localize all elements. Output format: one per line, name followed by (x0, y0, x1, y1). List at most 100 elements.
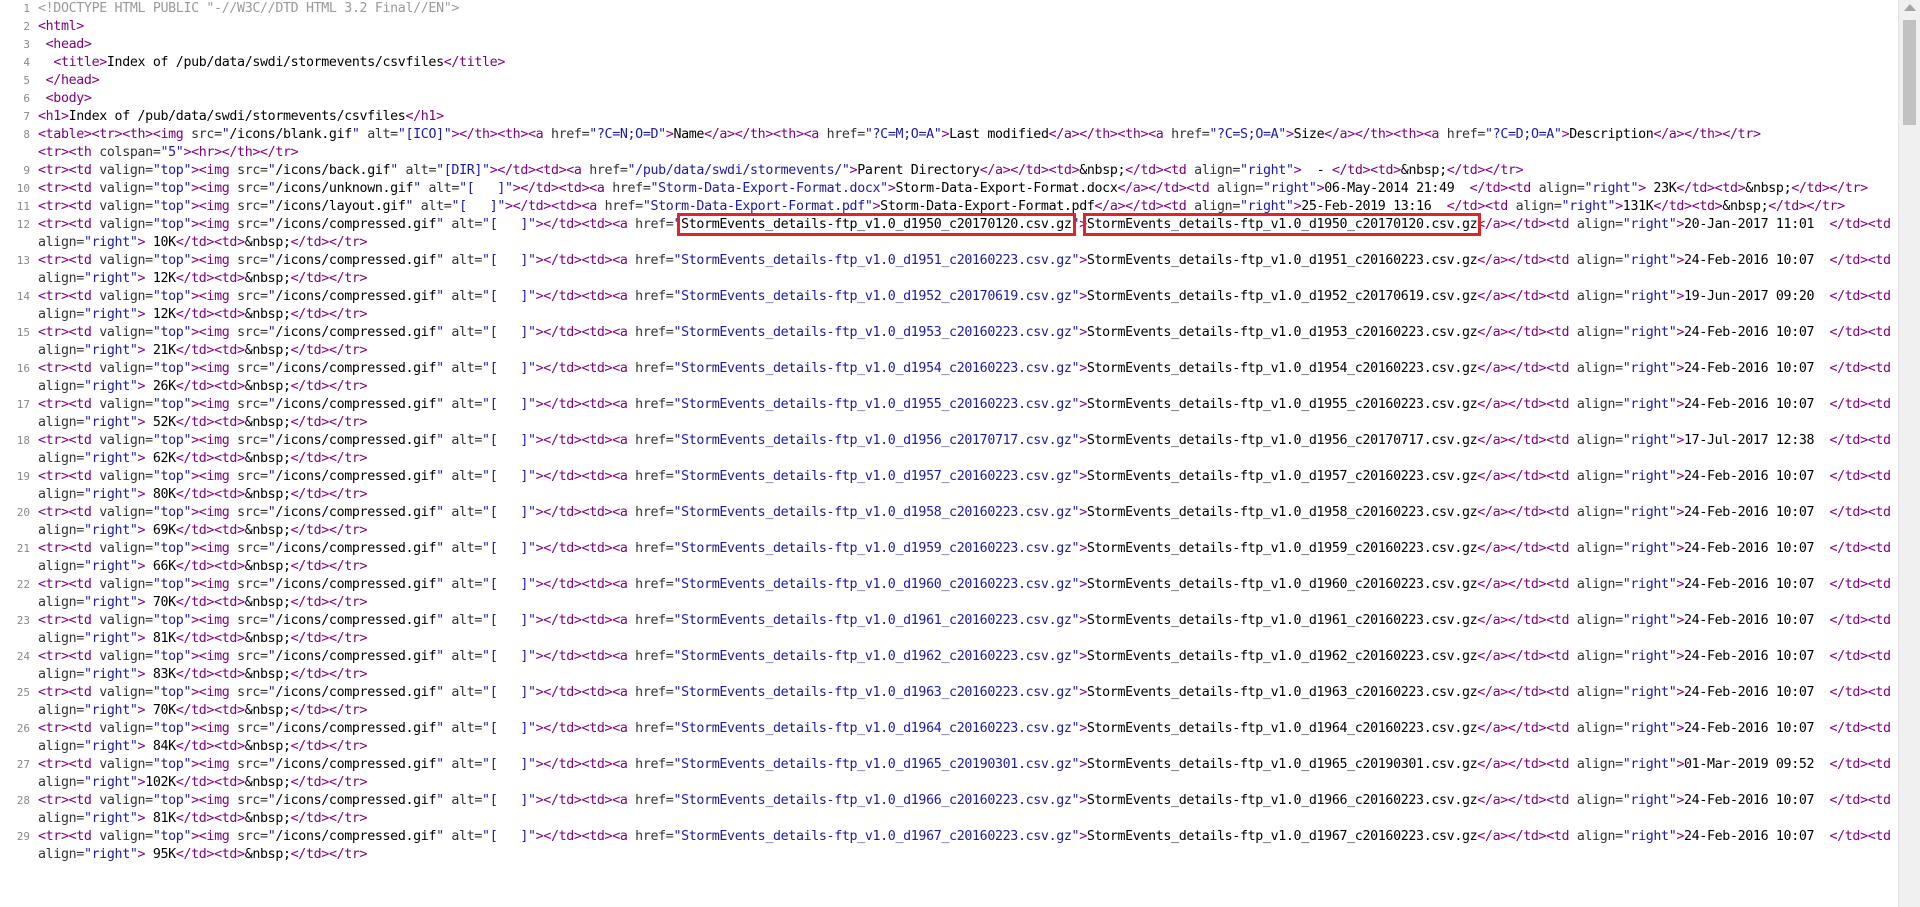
resource-link[interactable]: /icons/blank.gif (229, 127, 352, 142)
html-tag: </td> (1507, 757, 1547, 772)
text-content: 81K (145, 631, 176, 646)
resource-link[interactable]: /icons/compressed.gif (275, 577, 436, 592)
attribute-name: valign= (99, 397, 153, 412)
resource-link[interactable]: /icons/compressed.gif (275, 469, 436, 484)
resource-link[interactable]: /icons/compressed.gif (275, 685, 436, 700)
attribute-name: align= (38, 631, 84, 646)
text-content: &nbsp; (244, 775, 291, 790)
source-line: 9 <tr><td valign="top"><img src="/icons/b… (0, 162, 1898, 180)
html-tag: </td> (1829, 361, 1868, 376)
html-tag: > (1638, 181, 1646, 196)
html-tag: <td (1867, 649, 1898, 664)
html-tag: </td> (543, 397, 582, 412)
resource-link[interactable]: /icons/compressed.gif (275, 793, 436, 808)
html-tag: </td> (1829, 325, 1868, 340)
scrollbar-thumb[interactable] (1903, 20, 1916, 125)
html-tag: > (1079, 649, 1087, 664)
attribute-name: href= (612, 181, 651, 196)
html-tag: <a (612, 649, 636, 664)
resource-link[interactable]: /icons/compressed.gif (275, 325, 436, 340)
resource-link[interactable]: /icons/layout.gif (275, 199, 406, 214)
html-tag: <tr> (38, 361, 69, 376)
attribute-value: " (436, 541, 444, 556)
html-tag: <html> (38, 19, 84, 34)
html-tag: <td (1867, 433, 1898, 448)
resource-link[interactable]: /icons/compressed.gif (275, 397, 436, 412)
resource-link[interactable]: /icons/compressed.gif (275, 217, 436, 232)
html-tag: </tr> (328, 523, 368, 538)
html-tag: </td> (1829, 685, 1868, 700)
text-content: &nbsp; (244, 343, 291, 358)
html-tag: <td (1546, 757, 1577, 772)
resource-link[interactable]: /icons/compressed.gif (275, 829, 436, 844)
resource-link[interactable]: /icons/compressed.gif (275, 649, 436, 664)
html-tag: <td> (214, 739, 245, 754)
attribute-name: align= (1576, 325, 1623, 340)
html-tag: <td (1546, 829, 1577, 844)
html-tag: > (191, 649, 199, 664)
attribute-name: href= (589, 163, 628, 178)
resource-link[interactable]: /icons/compressed.gif (275, 433, 436, 448)
html-tag: <td> (581, 217, 613, 232)
html-tag: </tr> (328, 811, 368, 826)
html-tag: </tr> (328, 559, 368, 574)
attribute-value: " (673, 577, 682, 592)
line-number: 8 (23, 128, 30, 141)
html-tag: <a (612, 397, 636, 412)
resource-link[interactable]: /icons/compressed.gif (275, 613, 436, 628)
resource-link[interactable]: /icons/compressed.gif (275, 361, 436, 376)
attribute-value: "[ ]" (482, 505, 536, 520)
resource-link[interactable]: /icons/compressed.gif (275, 289, 436, 304)
html-tag: </td> (175, 523, 215, 538)
html-tag: > (1676, 253, 1685, 268)
resource-link[interactable]: /icons/compressed.gif (275, 541, 436, 556)
resource-link[interactable]: /icons/unknown.gif (275, 181, 413, 196)
source-line-text: <tr><td valign="top"><img src="/icons/co… (36, 612, 1898, 648)
html-tag: > (1079, 253, 1087, 268)
html-tag: </tr> (328, 271, 368, 286)
resource-link[interactable]: /icons/compressed.gif (275, 757, 436, 772)
resource-link[interactable]: /icons/compressed.gif (275, 721, 436, 736)
html-tag: <a (612, 613, 636, 628)
html-tag: <a (612, 325, 636, 340)
html-tag: > (1676, 793, 1685, 808)
source-line-text: <tr><td valign="top"><img src="/icons/co… (36, 432, 1898, 468)
html-tag: <img (198, 325, 238, 340)
text-content: StormEvents_details-ftp_v1.0_d1966_c2016… (1086, 793, 1478, 808)
source-line-text: </head> (36, 72, 1898, 90)
attribute-name: alt= (443, 217, 483, 232)
resource-link[interactable]: /icons/compressed.gif (275, 253, 436, 268)
text-content: Storm-Data-Export-Format.pdf (880, 199, 1095, 214)
source-line-text: <tr><td valign="top"><img src="/icons/co… (36, 576, 1898, 612)
html-tag: <td> (581, 325, 613, 340)
source-line-text: <tr><td valign="top"><img src="/icons/la… (36, 198, 1898, 216)
source-line: 12 <tr><td valign="top"><img src="/icons/… (0, 213, 1898, 252)
attribute-name: src= (237, 397, 268, 412)
attribute-value: "[DIR]" (436, 163, 490, 178)
attribute-value: "right" (1622, 577, 1677, 592)
resource-link[interactable]: /icons/back.gif (275, 163, 390, 178)
html-tag: </td> (512, 199, 552, 214)
attribute-value: " (673, 685, 682, 700)
source-line-text: <tr><td valign="top"><img src="/icons/co… (36, 648, 1898, 684)
attribute-name: align= (1194, 163, 1241, 178)
html-tag: <td (1867, 253, 1898, 268)
source-line: 7 <h1>Index of /pub/data/swdi/stormevents… (0, 108, 1898, 126)
line-number: 26 (16, 722, 30, 735)
resource-link[interactable]: /icons/compressed.gif (275, 505, 436, 520)
highlighted-file-name: StormEvents_details-ftp_v1.0_d1950_c2017… (677, 213, 1076, 236)
html-tag: > (191, 721, 199, 736)
html-tag: <td> (550, 199, 582, 214)
text-content: 23K (1645, 181, 1677, 196)
html-tag: <td> (581, 649, 613, 664)
attribute-name: href= (550, 127, 590, 142)
html-tag: <td (1867, 289, 1898, 304)
vertical-scrollbar[interactable] (1898, 0, 1920, 907)
html-tag: </td> (290, 811, 330, 826)
source-line-text: <body> (36, 90, 1898, 108)
attribute-name: src= (237, 577, 268, 592)
html-tag: <tr> (38, 685, 69, 700)
scroll-up-arrow-icon[interactable] (1904, 4, 1916, 11)
html-tag: <td> (581, 505, 613, 520)
attribute-name: valign= (99, 829, 153, 844)
